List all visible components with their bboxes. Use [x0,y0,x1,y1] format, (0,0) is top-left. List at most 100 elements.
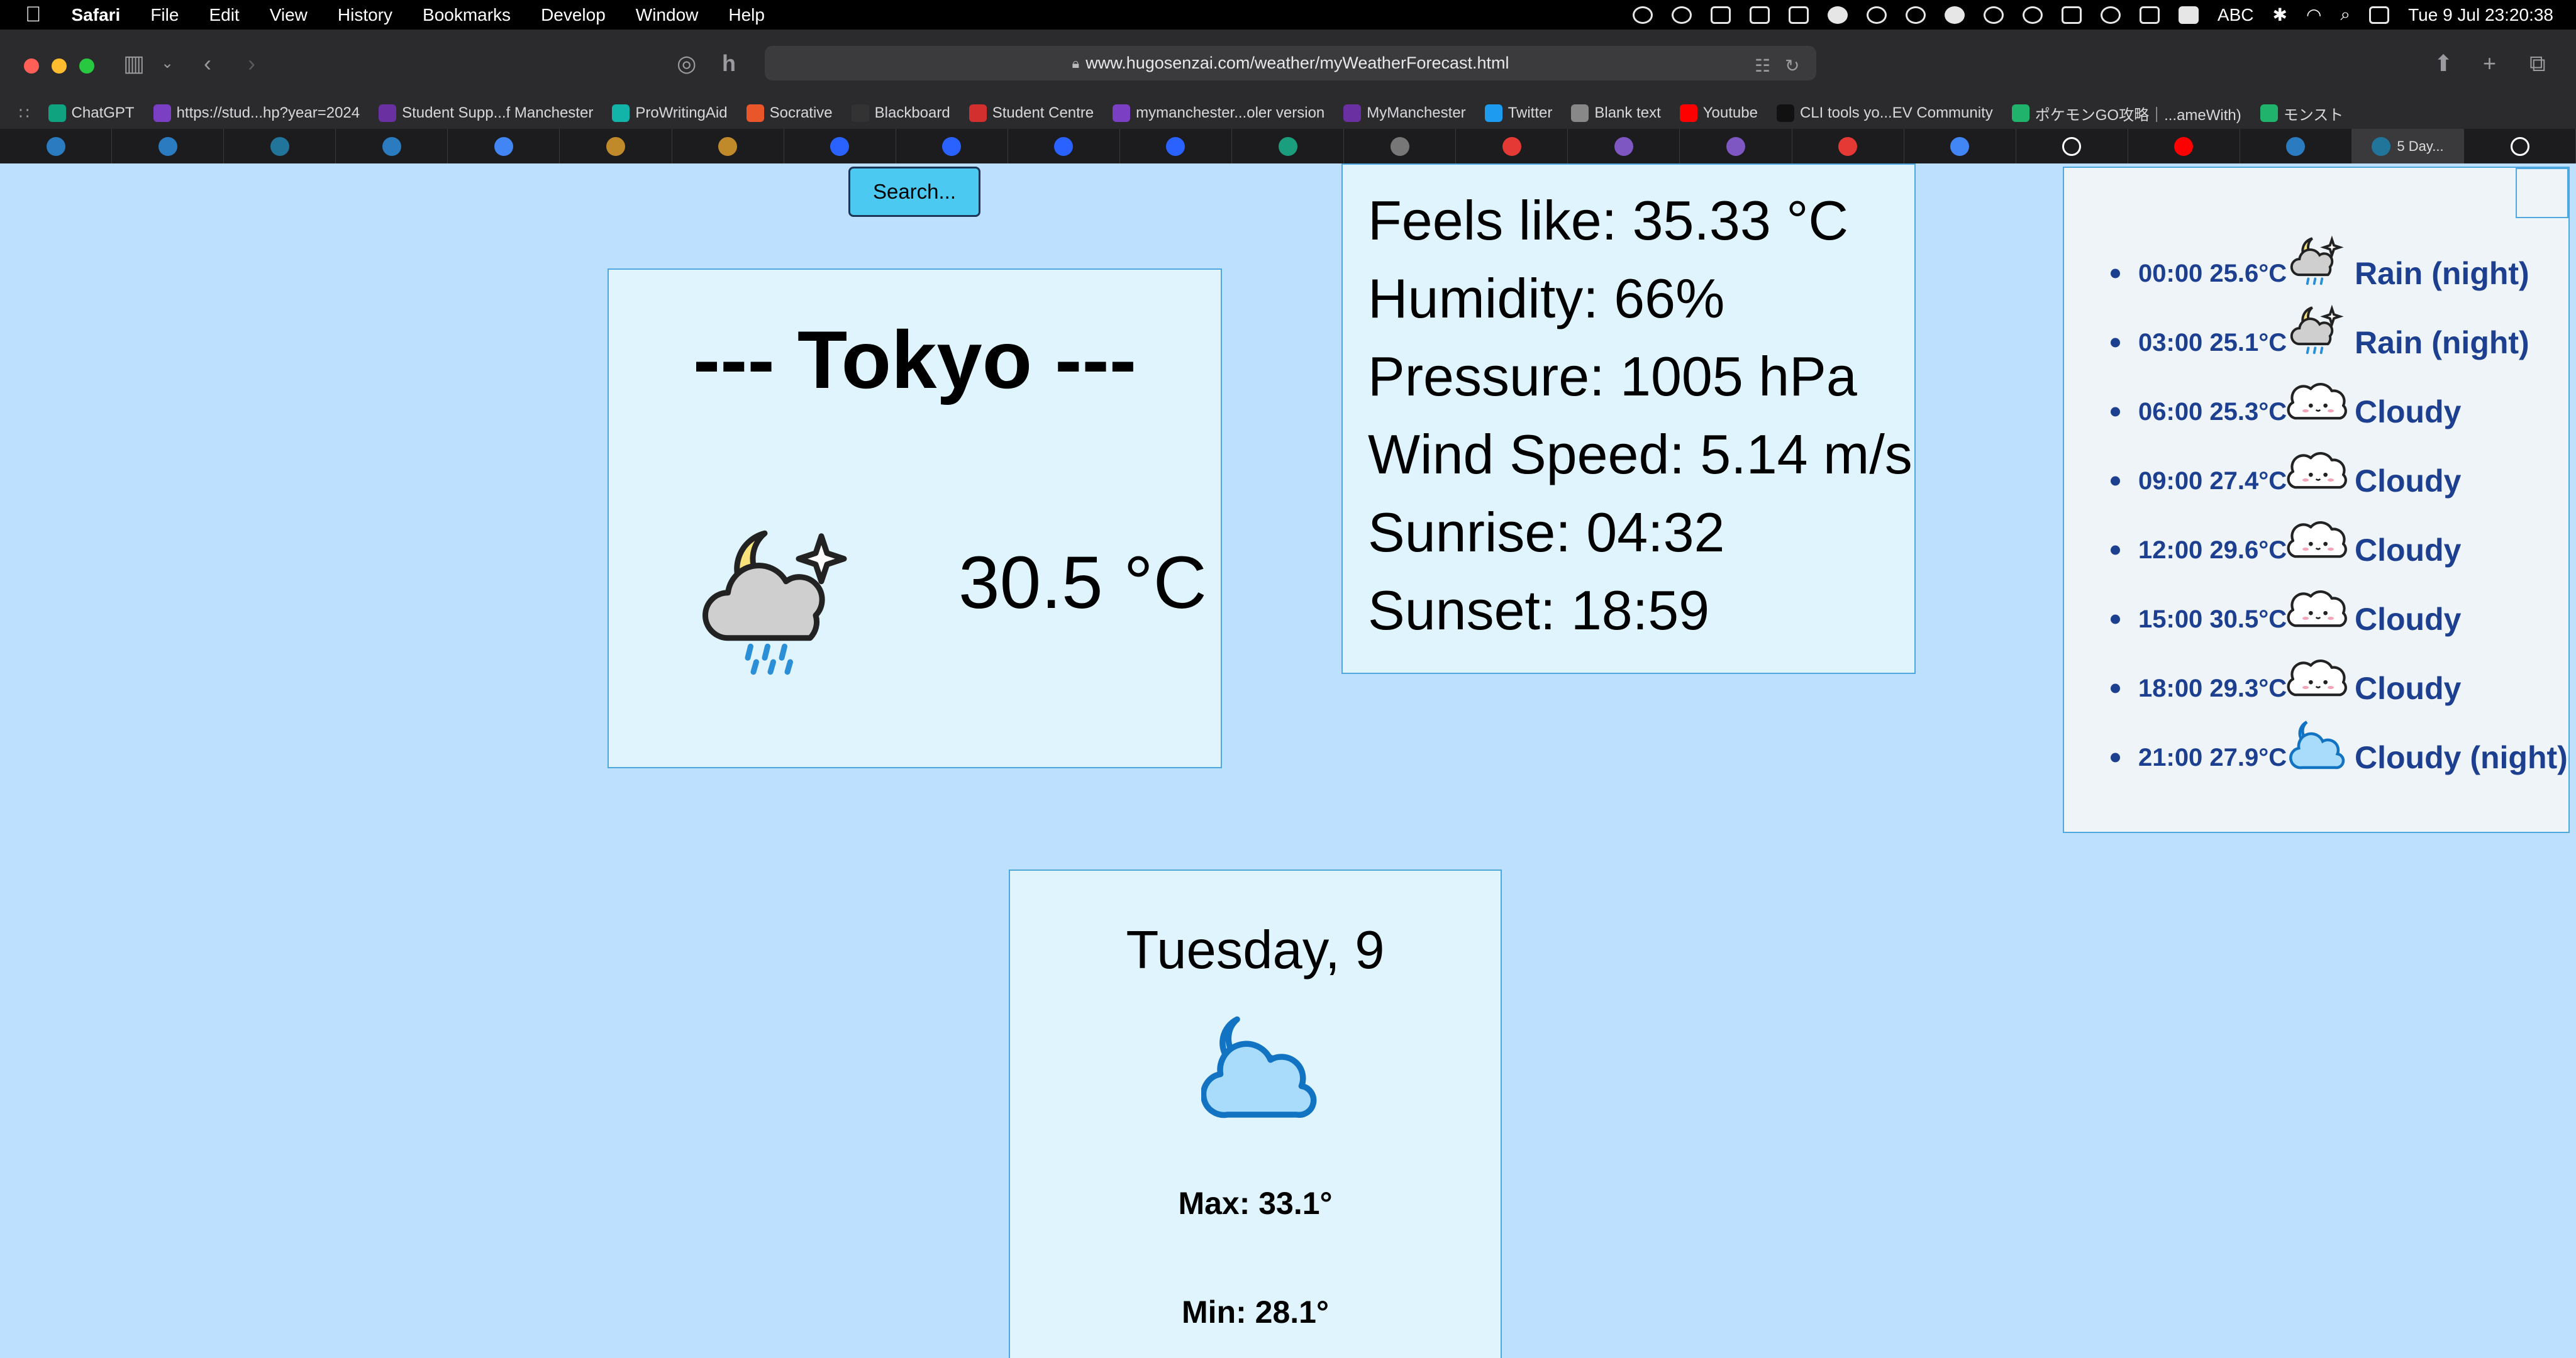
menu-clock[interactable]: Tue 9 Jul 23:20:38 [2408,5,2553,25]
menu-window[interactable]: Window [636,5,699,25]
favorite-item[interactable]: ポケモンGO攻略｜...ameWith) [2011,102,2241,124]
favorite-item[interactable]: モンスト [2260,102,2343,124]
humidity: Humidity: 66% [1368,267,1725,329]
bluetooth-tray-icon[interactable]: ✱ [2273,4,2287,25]
battery-tray-icon[interactable] [2139,6,2160,24]
browser-tab[interactable] [2240,129,2352,163]
favorite-item[interactable]: CLI tools yo...EV Community [1776,104,1993,122]
favorite-item[interactable]: mymanchester...oler version [1113,104,1324,122]
wind-speed: Wind Speed: 5.14 m/s [1368,423,1913,485]
favorite-item[interactable]: https://stud...hp?year=2024 [153,104,360,122]
share-icon[interactable]: ⬆ [2434,52,2453,75]
headphones-tray-icon[interactable] [2022,6,2043,24]
drop-tray-icon[interactable] [1671,6,1692,24]
hourly-item: 15:00 30.5°C Cloudy [2064,585,2568,654]
browser-tab[interactable] [784,129,896,163]
browser-tab[interactable]: 5 Day... [2351,129,2465,163]
menu-file[interactable]: File [150,5,179,25]
document-tray-icon[interactable] [1710,6,1731,24]
hourly-item: 03:00 25.1°C Rain (night) [2064,304,2568,377]
chevron-down-icon[interactable]: ⌄ [161,52,174,75]
new-tab-icon[interactable]: + [2483,52,2496,75]
hypothesis-extension-icon[interactable]: h [722,52,736,75]
browser-tab[interactable] [1680,129,1792,163]
user-tray-icon[interactable] [1905,6,1926,24]
grammarly-extension-icon[interactable]: ◎ [677,52,696,75]
favorite-item[interactable]: Youtube [1679,104,1758,122]
menu-develop[interactable]: Develop [541,5,606,25]
control-center-icon[interactable] [2369,6,2390,24]
sidebar-toggle-icon[interactable]: ▥ [123,52,145,75]
browser-tab[interactable] [448,129,560,163]
reload-icon[interactable]: ↻ [1785,55,1799,77]
close-window-button[interactable] [24,58,39,74]
input-source-label[interactable]: ABC [2218,5,2254,25]
hourly-forecast-card: 00:00 25.6°C Rain (night) 03:00 25.1°C Rain… [2063,167,2570,833]
url-text[interactable]: www.hugosenzai.com/weather/myWeatherFore… [1085,53,1509,73]
favorite-item[interactable]: Student Centre [969,104,1094,122]
browser-tab[interactable] [672,129,784,163]
wifi-tray-icon[interactable]: ◠ [2306,4,2321,25]
browser-toolbar: ▥ ⌄ ‹ › ◎ h 🔒︎ www.hugosenzai.com/weathe… [0,30,2576,97]
browser-tab[interactable] [112,129,225,163]
time-machine-tray-icon[interactable] [2100,6,2121,24]
browser-tab[interactable] [1008,129,1120,163]
browser-tab[interactable] [1568,129,1680,163]
menu-history[interactable]: History [338,5,392,25]
address-bar[interactable]: 🔒︎ www.hugosenzai.com/weather/myWeatherF… [765,46,1816,80]
grammarly-tray-icon[interactable] [1827,6,1848,24]
favorite-item[interactable]: MyManchester [1343,104,1466,122]
browser-tab[interactable] [2464,129,2576,163]
browser-tab[interactable] [560,129,672,163]
browser-tab[interactable] [1792,129,1904,163]
zoom-window-button[interactable] [79,58,94,74]
browser-tab[interactable] [336,129,448,163]
screen-mirror-tray-icon[interactable] [2061,6,2082,24]
menu-view[interactable]: View [270,5,308,25]
favorite-item[interactable]: ChatGPT [48,104,135,122]
favorite-item[interactable]: Blackboard [851,104,950,122]
favorite-item[interactable]: Blank text [1571,104,1661,122]
google-icon [1950,136,1970,156]
apple-menu-icon[interactable]:  [25,3,42,27]
script-tray-icon[interactable] [1788,6,1809,24]
globe-tray-icon[interactable] [1866,6,1887,24]
browser-tab[interactable] [1232,129,1345,163]
search-button[interactable]: Search... [848,167,980,217]
xl-icon [1278,136,1297,156]
forward-arrow-icon[interactable]: › [248,52,255,75]
favorite-item[interactable]: Twitter [1484,104,1552,122]
spotlight-search-icon[interactable]: ⌕ [2340,4,2350,25]
browser-tab[interactable] [2016,129,2128,163]
menu-app-name[interactable]: Safari [72,5,121,25]
weather-details-card: Feels like: 35.33 °C Humidity: 66% Press… [1341,163,1916,674]
menu-bookmarks[interactable]: Bookmarks [423,5,511,25]
cloudy-night-icon [1201,1016,1317,1118]
browser-tab[interactable] [224,129,336,163]
play-tray-icon[interactable] [1983,6,2004,24]
browser-tab[interactable] [0,129,113,163]
favorite-item[interactable]: ProWritingAid [612,104,728,122]
browser-tab[interactable] [1344,129,1457,163]
menu-edit[interactable]: Edit [209,5,239,25]
chatgpt-tray-icon[interactable] [1632,6,1653,24]
browser-tab[interactable] [1904,129,2016,163]
favorites-grid-icon[interactable]: ∷ [19,104,30,123]
corner-box [2516,168,2568,218]
back-arrow-icon[interactable]: ‹ [204,52,211,75]
menu-help[interactable]: Help [728,5,765,25]
tab-overview-icon[interactable]: ⧉ [2529,52,2546,75]
cloud-tray-icon[interactable] [1944,6,1965,24]
translate-icon[interactable]: ☷ [1755,55,1770,77]
browser-tab[interactable] [1456,129,1568,163]
m-icon [153,104,171,122]
display-tray-icon[interactable] [1749,6,1770,24]
browser-tab[interactable] [1120,129,1233,163]
favorite-item[interactable]: Student Supp...f Manchester [379,104,593,122]
hourly-time-temp: 09:00 27.4°C [2138,466,2287,495]
minimize-window-button[interactable] [52,58,67,74]
browser-tab[interactable] [2128,129,2240,163]
keyboard-a-tray-icon[interactable] [2178,6,2199,24]
favorite-item[interactable]: Socrative [746,104,833,122]
browser-tab[interactable] [896,129,1008,163]
